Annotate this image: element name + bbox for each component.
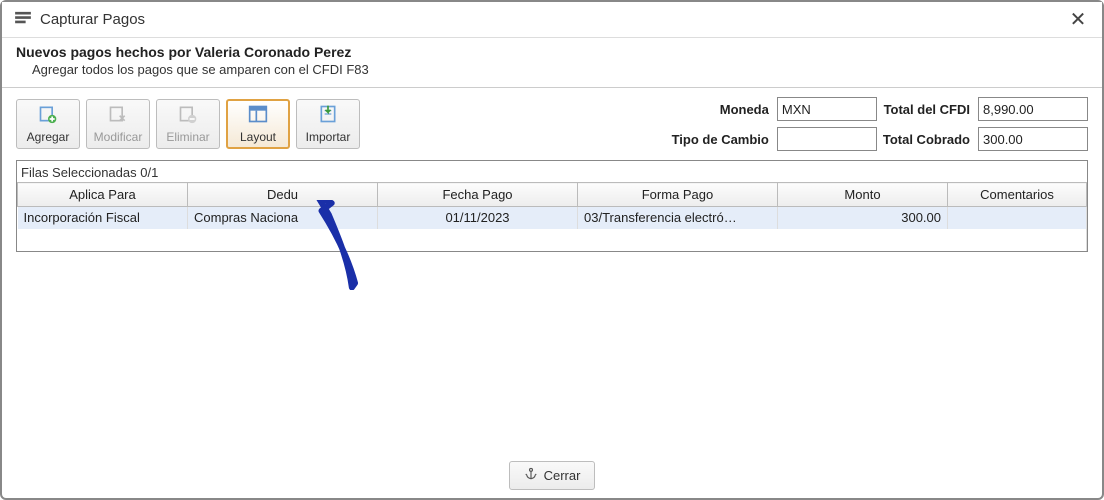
total-cfdi-field[interactable]: [978, 97, 1088, 121]
footer: Cerrar: [2, 461, 1102, 490]
payments-table[interactable]: Aplica Para Dedu Fecha Pago Forma Pago M…: [17, 182, 1087, 251]
eliminar-icon: [177, 104, 199, 127]
selection-count: Filas Seleccionadas 0/1: [17, 161, 1087, 182]
col-aplica-para[interactable]: Aplica Para: [18, 183, 188, 207]
tipo-cambio-field[interactable]: [777, 127, 877, 151]
importar-icon: [317, 104, 339, 127]
summary-fields: Moneda Total del CFDI Tipo de Cambio Tot…: [672, 96, 1088, 152]
toolbar: Agregar Modificar Eliminar Layout Import…: [16, 99, 360, 149]
agregar-button[interactable]: Agregar: [16, 99, 80, 149]
eliminar-button[interactable]: Eliminar: [156, 99, 220, 149]
moneda-field[interactable]: [777, 97, 877, 121]
layout-label: Layout: [240, 130, 276, 144]
col-forma-pago[interactable]: Forma Pago: [578, 183, 778, 207]
eliminar-label: Eliminar: [166, 130, 209, 144]
header-description: Nuevos pagos hechos por Valeria Coronado…: [2, 38, 1102, 88]
cell-fecha-pago: 01/11/2023: [378, 207, 578, 229]
window-close-button[interactable]: ✕: [1064, 7, 1092, 32]
table-header-row: Aplica Para Dedu Fecha Pago Forma Pago M…: [18, 183, 1087, 207]
cell-comentarios: [948, 207, 1087, 229]
cerrar-label: Cerrar: [544, 468, 581, 483]
window-title: Capturar Pagos: [40, 11, 145, 28]
col-fecha-pago[interactable]: Fecha Pago: [378, 183, 578, 207]
layout-icon: [247, 104, 269, 127]
total-cobrado-field[interactable]: [978, 127, 1088, 151]
cell-forma-pago: 03/Transferencia electró…: [578, 207, 778, 229]
cell-dedu: Compras Naciona: [188, 207, 378, 229]
cell-aplica-para: Incorporación Fiscal: [18, 207, 188, 229]
layout-button[interactable]: Layout: [226, 99, 290, 149]
importar-label: Importar: [306, 130, 351, 144]
tipo-cambio-label: Tipo de Cambio: [672, 132, 771, 147]
agregar-label: Agregar: [27, 130, 70, 144]
cerrar-button[interactable]: Cerrar: [509, 461, 596, 490]
header-line1: Nuevos pagos hechos por Valeria Coronado…: [16, 44, 1088, 60]
col-monto[interactable]: Monto: [778, 183, 948, 207]
col-dedu[interactable]: Dedu: [188, 183, 378, 207]
payments-table-panel: Filas Seleccionadas 0/1 Aplica Para Dedu…: [16, 160, 1088, 252]
moneda-label: Moneda: [672, 102, 771, 117]
app-logo-icon: [14, 11, 32, 28]
header-line2: Agregar todos los pagos que se amparen c…: [16, 62, 1088, 77]
titlebar: Capturar Pagos ✕: [2, 2, 1102, 38]
total-cfdi-label: Total del CFDI: [883, 102, 972, 117]
agregar-icon: [37, 104, 59, 127]
modificar-icon: [107, 104, 129, 127]
col-comentarios[interactable]: Comentarios: [948, 183, 1087, 207]
total-cobrado-label: Total Cobrado: [883, 132, 972, 147]
table-empty-area: [18, 229, 1087, 251]
anchor-icon: [524, 467, 538, 484]
importar-button[interactable]: Importar: [296, 99, 360, 149]
cell-monto: 300.00: [778, 207, 948, 229]
modificar-label: Modificar: [94, 130, 143, 144]
modificar-button[interactable]: Modificar: [86, 99, 150, 149]
table-row[interactable]: Incorporación Fiscal Compras Naciona 01/…: [18, 207, 1087, 229]
